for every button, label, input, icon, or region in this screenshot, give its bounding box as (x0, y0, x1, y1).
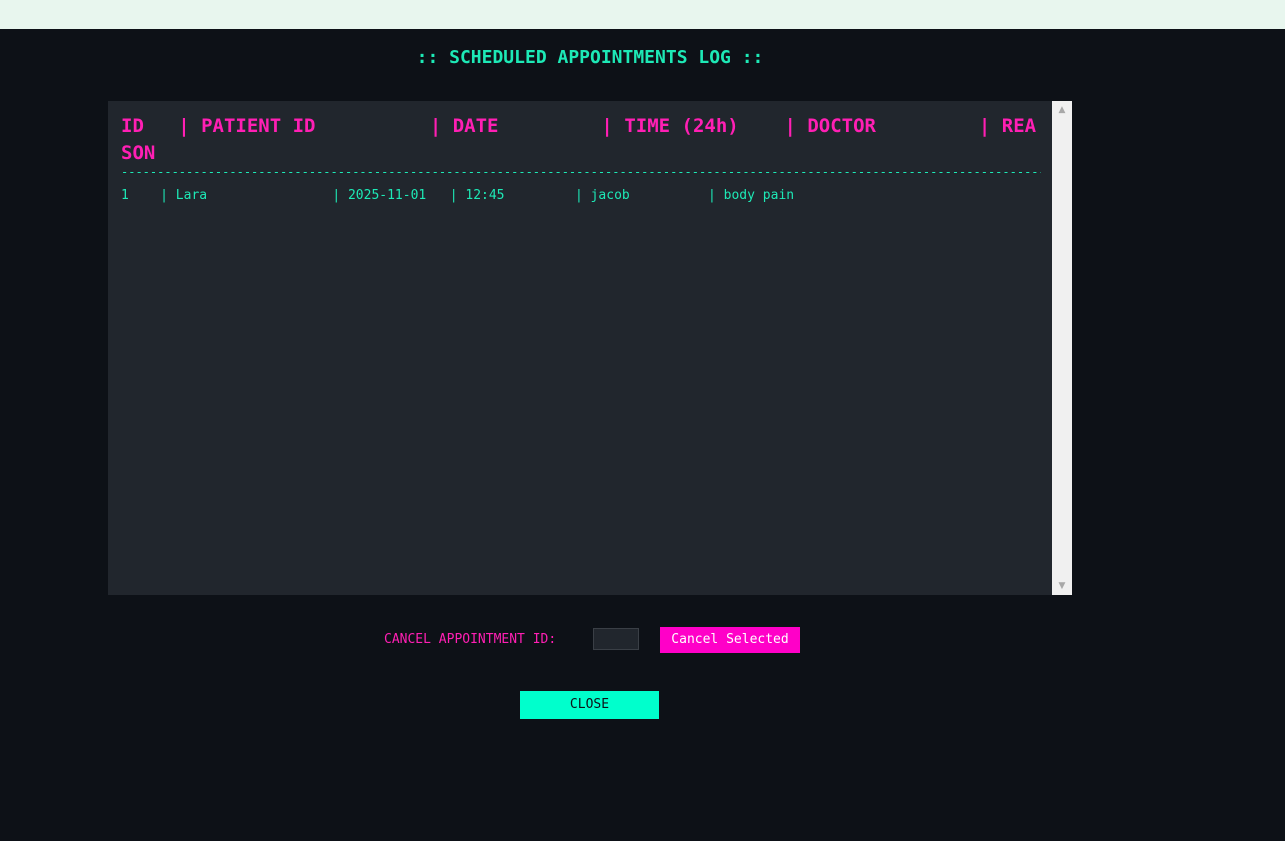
appointments-log-window: :: SCHEDULED APPOINTMENTS LOG :: ID | PA… (0, 29, 1285, 841)
scroll-down-arrow-icon[interactable]: ▼ (1052, 577, 1072, 595)
appointments-log-textarea[interactable]: ID | PATIENT ID | DATE | TIME (24h) | DO… (108, 101, 1052, 595)
cancel-selected-button[interactable]: Cancel Selected (660, 627, 800, 653)
log-header: ID | PATIENT ID | DATE | TIME (24h) | DO… (121, 115, 1037, 164)
cancel-appointment-id-input[interactable] (593, 628, 639, 650)
close-button[interactable]: CLOSE (520, 691, 659, 719)
log-row: 1 | Lara | 2025-11-01 | 12:45 | jacob | … (121, 188, 795, 203)
log-title: :: SCHEDULED APPOINTMENTS LOG :: (416, 47, 764, 68)
log-scrollbar[interactable]: ▲ ▼ (1052, 101, 1072, 595)
scroll-up-arrow-icon[interactable]: ▲ (1052, 101, 1072, 119)
cancel-appointment-id-label: CANCEL APPOINTMENT ID: (384, 632, 557, 647)
log-divider: ----------------------------------------… (121, 165, 1041, 179)
window-titlebar (0, 0, 1285, 29)
